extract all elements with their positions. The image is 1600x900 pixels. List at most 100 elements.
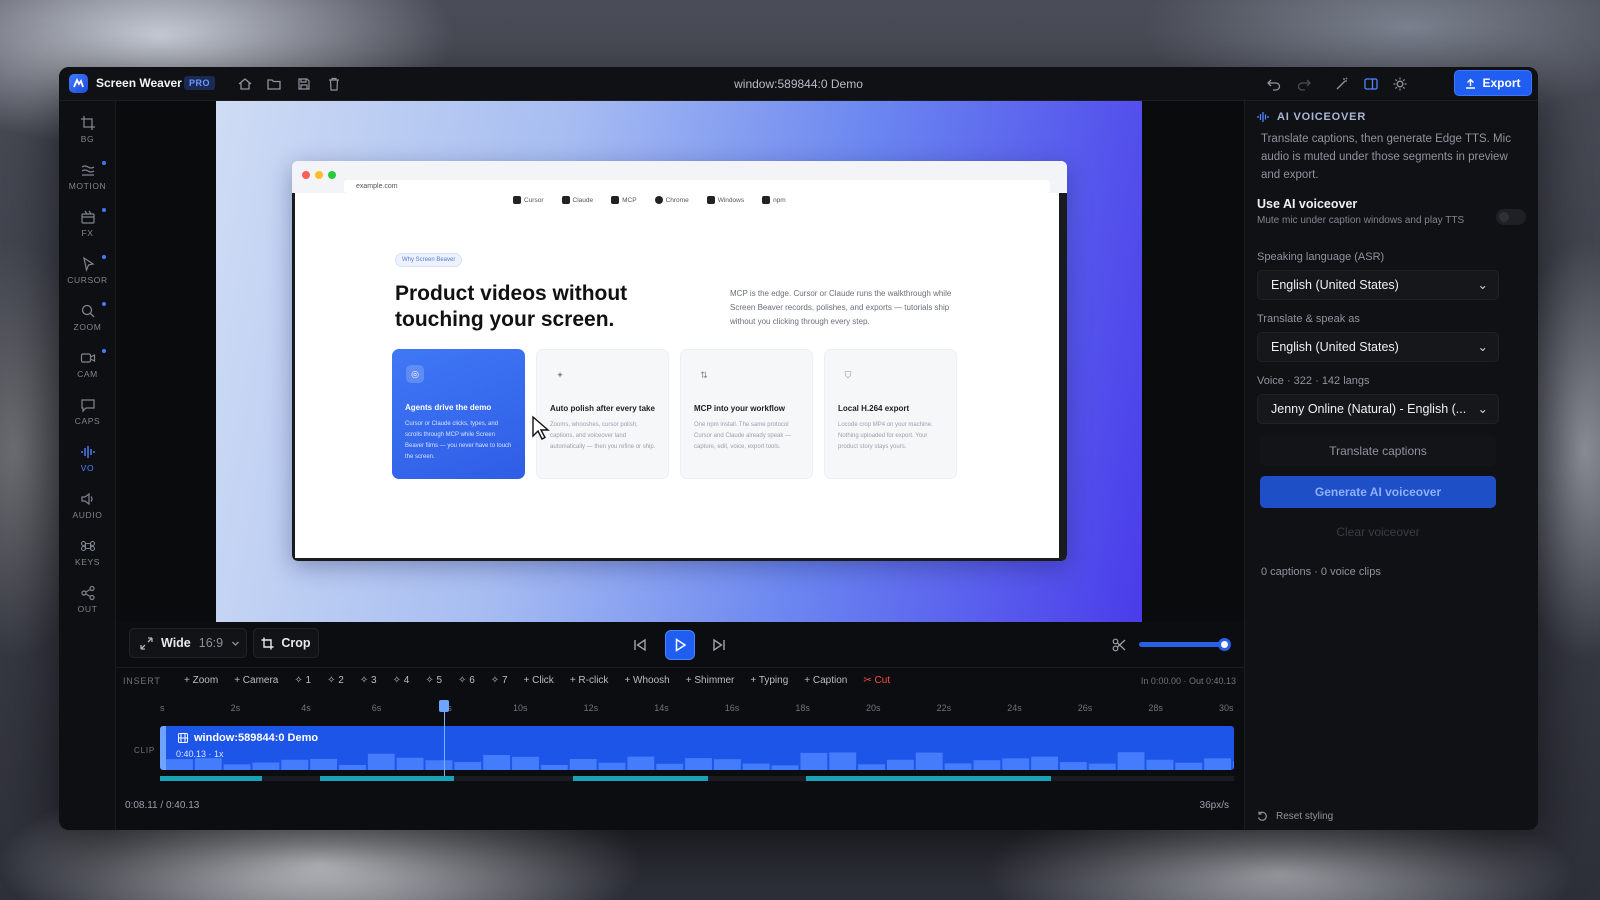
motion-icon xyxy=(81,165,94,176)
panel-title: AI VOICEOVER xyxy=(1277,111,1367,123)
waveform-bar xyxy=(829,752,857,770)
sidebar-item-zoom[interactable]: ZOOM xyxy=(59,297,116,341)
sidebar-item-bg[interactable]: BG xyxy=(59,109,116,153)
chevron-down-icon xyxy=(232,641,240,646)
segment[interactable] xyxy=(160,776,262,781)
card-desc: Locode crop MP4 on your machine. Nothing… xyxy=(838,422,933,450)
redo-icon[interactable] xyxy=(1296,76,1312,92)
ruler-tick: 22s xyxy=(936,703,952,713)
sidebar-item-audio[interactable]: AUDIO xyxy=(59,485,116,529)
playhead-handle[interactable] xyxy=(439,700,449,712)
translate-captions-button[interactable]: Translate captions xyxy=(1260,436,1496,466)
translate-language-select[interactable]: English (United States) ⌄ xyxy=(1257,332,1499,362)
waveform-bar xyxy=(512,756,539,770)
use-voiceover-title: Use AI voiceover xyxy=(1257,197,1358,211)
video-clip[interactable]: window:589844:0 Demo 0:40.13 · 1x xyxy=(160,726,1234,770)
insert-preset-2-button[interactable]: ✧ 2 xyxy=(327,675,344,686)
waveform-bar xyxy=(310,758,338,770)
waveform-bar xyxy=(281,759,309,770)
chevron-down-icon: ⌄ xyxy=(1477,340,1488,354)
chrome-logo-icon xyxy=(654,196,663,204)
close-dot-icon xyxy=(302,171,310,179)
top-bar: Screen Weaver PRO window:589844:0 Demo E… xyxy=(59,67,1538,101)
segment[interactable] xyxy=(573,776,708,781)
insert-items: + Zoom + Camera ✧ 1 ✧ 2 ✧ 3 ✧ 4 ✧ 5 ✧ 6 … xyxy=(184,675,890,686)
waveform-bar xyxy=(166,759,193,770)
nav-item: Chrome xyxy=(654,196,689,204)
skip-forward-button[interactable] xyxy=(704,630,734,660)
preview-canvas[interactable]: example.com Cursor Claude MCP Chrome Win… xyxy=(216,101,1142,622)
insert-preset-4-button[interactable]: ✧ 4 xyxy=(393,675,410,686)
preset-number: 6 xyxy=(469,675,475,686)
insert-typing-button[interactable]: + Typing xyxy=(750,675,788,686)
voice-select[interactable]: Jenny Online (Natural) - English (... ⌄ xyxy=(1257,394,1499,424)
ruler-tick: 20s xyxy=(866,703,881,713)
insert-preset-1-button[interactable]: ✧ 1 xyxy=(294,675,311,686)
sidebar-item-out[interactable]: OUT xyxy=(59,579,116,623)
reset-styling-button[interactable]: Reset styling xyxy=(1257,811,1333,822)
select-value: English (United States) xyxy=(1271,340,1399,354)
ruler-tick: 4s xyxy=(301,703,311,713)
insert-preset-7-button[interactable]: ✧ 7 xyxy=(491,675,508,686)
crop-icon xyxy=(261,637,274,649)
nav-label: Cursor xyxy=(524,196,544,204)
sidebar-item-label: BG xyxy=(80,134,95,144)
insert-preset-6-button[interactable]: ✧ 6 xyxy=(458,675,475,686)
skip-back-button[interactable] xyxy=(625,630,655,660)
undo-icon[interactable] xyxy=(1266,76,1282,92)
segment[interactable] xyxy=(320,776,454,781)
insert-preset-3-button[interactable]: ✧ 3 xyxy=(360,675,377,686)
waveform-bar xyxy=(1031,756,1058,770)
waveform-bar xyxy=(1117,752,1145,770)
film-icon xyxy=(178,733,188,743)
insert-caption-button[interactable]: + Caption xyxy=(804,675,847,686)
sidebar-item-vo[interactable]: VO xyxy=(59,438,116,482)
magic-wand-icon[interactable] xyxy=(1334,76,1350,92)
skip-forward-icon xyxy=(713,638,725,652)
play-button[interactable] xyxy=(665,630,695,660)
sidebar-item-motion[interactable]: MOTION xyxy=(59,156,116,200)
insert-preset-5-button[interactable]: ✧ 5 xyxy=(425,675,442,686)
time-ruler[interactable]: s2s4s6s8s10s12s14s16s18s20s22s24s26s28s3… xyxy=(116,701,1244,719)
card-title: MCP into your workflow xyxy=(694,404,785,413)
waveform-bar xyxy=(800,752,828,770)
settings-sun-icon[interactable] xyxy=(1392,76,1408,92)
aspect-ratio-select[interactable]: Wide 16:9 xyxy=(129,628,247,658)
volume-slider[interactable] xyxy=(1139,638,1231,651)
segment[interactable] xyxy=(806,776,1051,781)
sidebar-item-cam[interactable]: CAM xyxy=(59,344,116,388)
insert-camera-button[interactable]: + Camera xyxy=(234,675,278,686)
sidebar-item-label: CAM xyxy=(77,369,98,379)
upload-icon xyxy=(1466,78,1476,89)
slider-knob[interactable] xyxy=(1218,638,1231,651)
shield-icon: ⛉ xyxy=(844,370,852,380)
use-voiceover-toggle[interactable] xyxy=(1496,209,1526,225)
speaking-language-select[interactable]: English (United States) ⌄ xyxy=(1257,270,1499,300)
panel-toggle-icon[interactable] xyxy=(1363,76,1379,92)
keys-icon xyxy=(80,540,95,552)
insert-zoom-button[interactable]: + Zoom xyxy=(184,675,218,686)
sidebar-item-cursor[interactable]: CURSOR xyxy=(59,250,116,294)
chevron-down-icon: ⌄ xyxy=(1477,278,1488,292)
waveform-bar xyxy=(713,759,741,770)
insert-click-button[interactable]: + Click xyxy=(524,675,554,686)
cut-button[interactable]: ✂ Cut xyxy=(863,675,890,686)
insert-rclick-button[interactable]: + R-click xyxy=(570,675,609,686)
crop-button[interactable]: Crop xyxy=(253,628,319,658)
sidebar-item-caps[interactable]: CAPS xyxy=(59,391,116,435)
clear-voiceover-button[interactable]: Clear voiceover xyxy=(1260,517,1496,547)
sidebar-item-fx[interactable]: FX xyxy=(59,203,116,247)
insert-whoosh-button[interactable]: + Whoosh xyxy=(624,675,669,686)
export-button[interactable]: Export xyxy=(1454,70,1532,96)
card-desc: Zooms, whooshes, cursor polish, captions… xyxy=(550,422,656,450)
ruler-tick: 10s xyxy=(513,703,528,713)
in-out-readout: In 0:00.00 · Out 0:40.13 xyxy=(1140,676,1236,686)
scissors-icon[interactable] xyxy=(1112,638,1126,652)
minimize-dot-icon xyxy=(315,171,323,179)
sidebar-item-keys[interactable]: KEYS xyxy=(59,532,116,576)
insert-shimmer-button[interactable]: + Shimmer xyxy=(686,675,735,686)
generate-voiceover-button[interactable]: Generate AI voiceover xyxy=(1260,476,1496,508)
timeline[interactable]: s2s4s6s8s10s12s14s16s18s20s22s24s26s28s3… xyxy=(116,693,1244,830)
sidebar-item-label: CAPS xyxy=(74,416,101,426)
sidebar-item-label: OUT xyxy=(77,604,98,614)
